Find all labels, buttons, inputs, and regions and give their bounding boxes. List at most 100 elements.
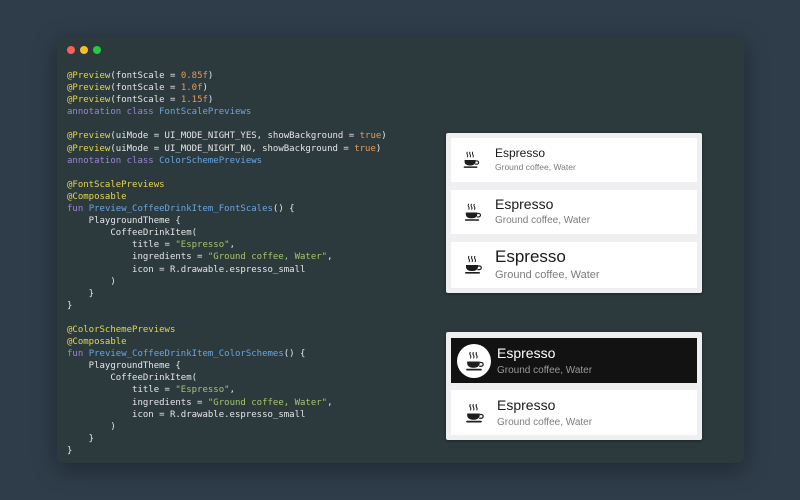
code-block: @Preview(fontScale = 0.85f) @Preview(font… — [67, 70, 387, 457]
drink-title: Espresso — [495, 247, 566, 266]
code-token: icon = R.drawable.espresso_small — [67, 264, 306, 275]
code-line: @ColorSchemePreviews — [67, 324, 387, 336]
code-token: ) — [67, 421, 116, 432]
espresso-cup-icon — [457, 197, 487, 227]
code-token: ) — [67, 276, 116, 287]
drink-ingredients: Ground coffee, Water — [495, 269, 600, 281]
code-line: } — [67, 288, 387, 300]
code-token: @Composable — [67, 191, 127, 202]
code-line: title = "Espresso", — [67, 239, 387, 251]
code-token: () { — [272, 204, 295, 215]
code-line: PlaygroundTheme { — [67, 360, 387, 372]
code-token: FontScalePreviews — [159, 107, 252, 118]
code-line: } — [67, 300, 387, 312]
code-token: ) — [207, 95, 214, 106]
code-token: PlaygroundTheme { — [67, 361, 181, 372]
code-token: , — [229, 385, 235, 396]
code-token: (fontScale = — [110, 83, 181, 94]
code-line: icon = R.drawable.espresso_small — [67, 264, 387, 276]
code-token: } — [67, 300, 73, 311]
code-token: annotation class — [67, 155, 160, 166]
drink-title: Espresso — [495, 196, 554, 212]
code-line: ) — [67, 276, 387, 288]
coffee-drink-item-preview: Espresso Ground coffee, Water — [451, 242, 697, 288]
close-dot-icon[interactable] — [67, 46, 75, 54]
drink-ingredients: Ground coffee, Water — [495, 215, 591, 226]
code-token: ) — [375, 143, 382, 154]
code-token: , — [327, 252, 333, 263]
code-token: } — [67, 288, 95, 299]
espresso-cup-icon — [457, 344, 491, 378]
code-token: ) — [381, 131, 387, 142]
code-line: } — [67, 445, 387, 457]
code-line: PlaygroundTheme { — [67, 215, 387, 227]
code-token: @Preview — [67, 71, 111, 81]
code-token: icon = R.drawable.espresso_small — [67, 409, 306, 420]
code-token: fun — [67, 204, 89, 215]
code-token: , — [327, 397, 333, 408]
code-token: CoffeeDrinkItem( — [67, 228, 198, 239]
window-controls — [67, 46, 101, 54]
code-token: } — [67, 445, 73, 456]
code-token: (uiMode = UI_MODE_NIGHT_NO, showBackgrou… — [110, 143, 355, 154]
coffee-drink-item-preview-light: Espresso Ground coffee, Water — [451, 390, 697, 435]
code-token: ingredients = — [67, 397, 208, 408]
code-line: ingredients = "Ground coffee, Water", — [67, 397, 387, 409]
code-line: ) — [67, 421, 387, 433]
code-token: ) — [202, 83, 208, 94]
code-line: @Preview(uiMode = UI_MODE_NIGHT_NO, show… — [67, 143, 387, 155]
code-line: CoffeeDrinkItem( — [67, 372, 387, 384]
code-token: 0.85f — [180, 71, 208, 81]
code-token: @Composable — [67, 337, 127, 348]
code-line: @Preview(fontScale = 0.85f) — [67, 70, 387, 82]
code-token: Preview_CoffeeDrinkItem_FontScales — [88, 204, 273, 215]
code-token: } — [67, 433, 95, 444]
drink-title: Espresso — [497, 397, 556, 413]
coffee-drink-item-preview: Espresso Ground coffee, Water — [451, 190, 697, 234]
code-line: ingredients = "Ground coffee, Water", — [67, 251, 387, 263]
code-token: "Ground coffee, Water" — [207, 252, 328, 263]
code-token: @Preview — [67, 83, 111, 94]
code-line: @Composable — [67, 191, 387, 203]
code-line: fun Preview_CoffeeDrinkItem_FontScales()… — [67, 203, 387, 215]
code-token: @Preview — [67, 95, 111, 106]
code-line: @Preview(uiMode = UI_MODE_NIGHT_YES, sho… — [67, 130, 387, 142]
code-token: @Preview — [67, 143, 111, 154]
code-line: annotation class FontScalePreviews — [67, 106, 387, 118]
code-token: 1.15f — [180, 95, 208, 106]
drink-ingredients: Ground coffee, Water — [495, 162, 576, 172]
minimize-dot-icon[interactable] — [80, 46, 88, 54]
code-token: title = — [67, 385, 176, 396]
coffee-drink-item-preview: Espresso Ground coffee, Water — [451, 138, 697, 182]
code-token: 1.0f — [180, 83, 203, 94]
code-line: icon = R.drawable.espresso_small — [67, 409, 387, 421]
code-token: (fontScale = — [110, 95, 181, 106]
code-token: annotation class — [67, 107, 160, 118]
code-line: @Composable — [67, 336, 387, 348]
code-token: PlaygroundTheme { — [67, 216, 181, 227]
code-line: annotation class ColorSchemePreviews — [67, 155, 387, 167]
code-line: fun Preview_CoffeeDrinkItem_ColorSchemes… — [67, 348, 387, 360]
code-token: ) — [207, 71, 214, 81]
code-token: (fontScale = — [110, 71, 181, 81]
color-scheme-preview-panel: Espresso Ground coffee, Water Espresso G… — [446, 332, 702, 440]
code-line: @Preview(fontScale = 1.15f) — [67, 94, 387, 106]
code-token: fun — [67, 349, 89, 360]
espresso-cup-icon — [457, 146, 485, 174]
espresso-cup-icon — [457, 396, 491, 430]
maximize-dot-icon[interactable] — [93, 46, 101, 54]
code-token: @Preview — [67, 131, 111, 142]
code-token: "Espresso" — [175, 385, 230, 396]
code-line: } — [67, 433, 387, 445]
code-token: "Ground coffee, Water" — [207, 397, 328, 408]
code-line: CoffeeDrinkItem( — [67, 227, 387, 239]
code-token: ingredients = — [67, 252, 208, 263]
font-scale-preview-panel: Espresso Ground coffee, Water Espresso G… — [446, 133, 702, 293]
code-token: @ColorSchemePreviews — [67, 324, 176, 335]
code-token: title = — [67, 240, 176, 251]
coffee-drink-item-preview-dark: Espresso Ground coffee, Water — [451, 338, 697, 383]
drink-ingredients: Ground coffee, Water — [497, 417, 593, 428]
